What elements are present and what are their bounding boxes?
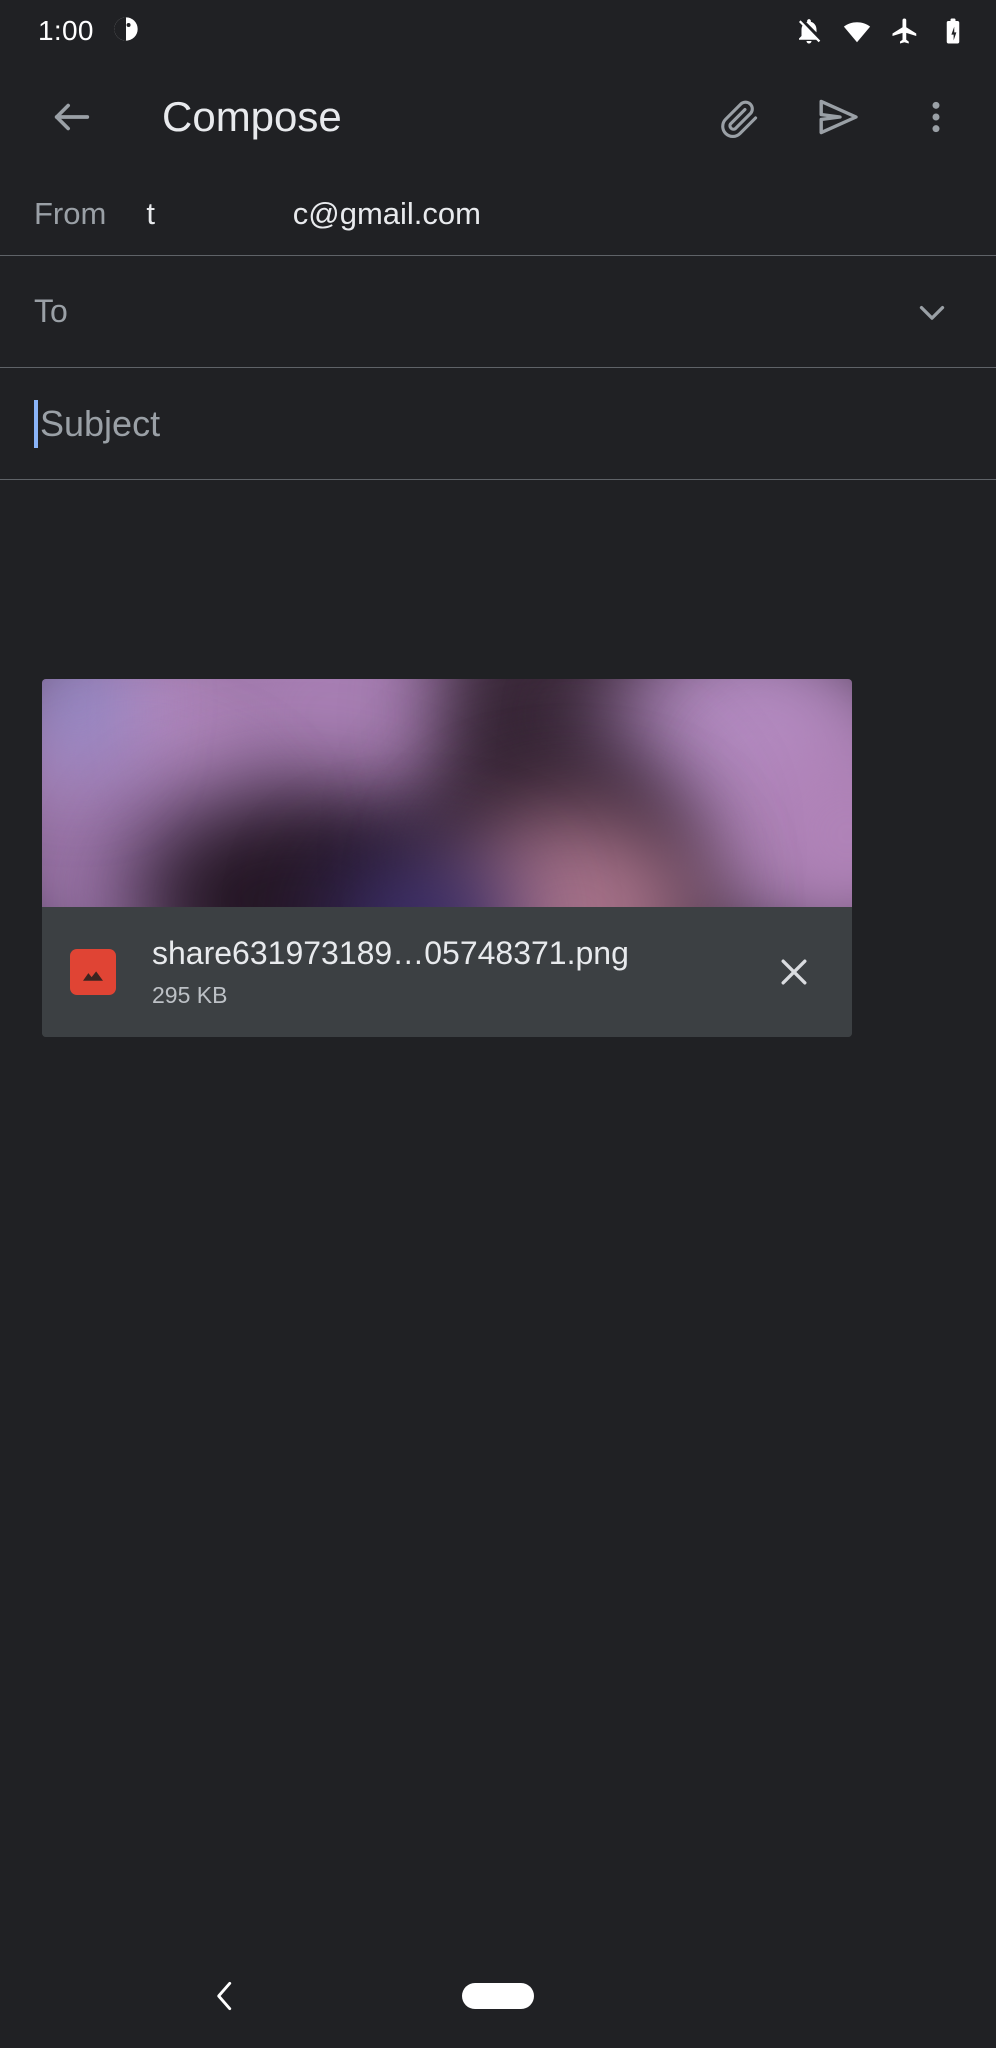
status-bar: 1:00: [0, 0, 996, 62]
wifi-icon: [842, 16, 872, 46]
status-bar-left: 1:00: [38, 15, 140, 48]
subject-input[interactable]: Subject: [34, 399, 161, 448]
attachment-text: share631973189…05748371.png 295 KB: [152, 935, 746, 1009]
attachment-file-size: 295 KB: [152, 981, 228, 1008]
app-bar-actions: [702, 79, 974, 155]
image-file-icon: [70, 949, 116, 995]
app-bar: Compose: [0, 62, 996, 172]
system-navigation-bar: [0, 1944, 996, 2048]
back-button[interactable]: [34, 79, 110, 155]
subject-field-row[interactable]: Subject: [0, 368, 996, 479]
subject-placeholder: Subject: [40, 402, 161, 444]
status-clock: 1:00: [38, 15, 94, 46]
text-caret: [34, 399, 38, 448]
more-options-button[interactable]: [898, 79, 974, 155]
notifications-off-icon: [794, 16, 824, 46]
from-address-value: t c@gmail.com: [146, 195, 481, 231]
send-button[interactable]: [800, 79, 876, 155]
from-field-row[interactable]: From t c@gmail.com: [0, 172, 996, 255]
attachment-file-name: share631973189…05748371.png: [152, 935, 629, 972]
airplane-mode-icon: [890, 16, 920, 46]
chevron-down-icon[interactable]: [902, 282, 962, 342]
from-label: From: [34, 195, 107, 231]
attachment-card[interactable]: share631973189…05748371.png 295 KB: [42, 679, 852, 1037]
notification-dot-icon: [112, 15, 140, 48]
attachment-meta-row: share631973189…05748371.png 295 KB: [42, 907, 852, 1037]
attachment-image-preview[interactable]: [42, 679, 852, 907]
system-home-indicator[interactable]: [462, 1983, 534, 2009]
message-body-area[interactable]: share631973189…05748371.png 295 KB: [0, 480, 996, 1944]
to-field-row[interactable]: To: [0, 256, 996, 367]
remove-attachment-button[interactable]: [762, 940, 826, 1004]
to-input[interactable]: To: [34, 293, 902, 330]
attach-file-button[interactable]: [702, 79, 778, 155]
system-back-button[interactable]: [190, 1961, 260, 2031]
page-title: Compose: [162, 93, 342, 140]
compose-screen: 1:00 Compose From t c@gmail.com To Subje…: [0, 0, 996, 2048]
battery-charging-icon: [938, 16, 968, 46]
status-bar-right: [794, 16, 968, 46]
